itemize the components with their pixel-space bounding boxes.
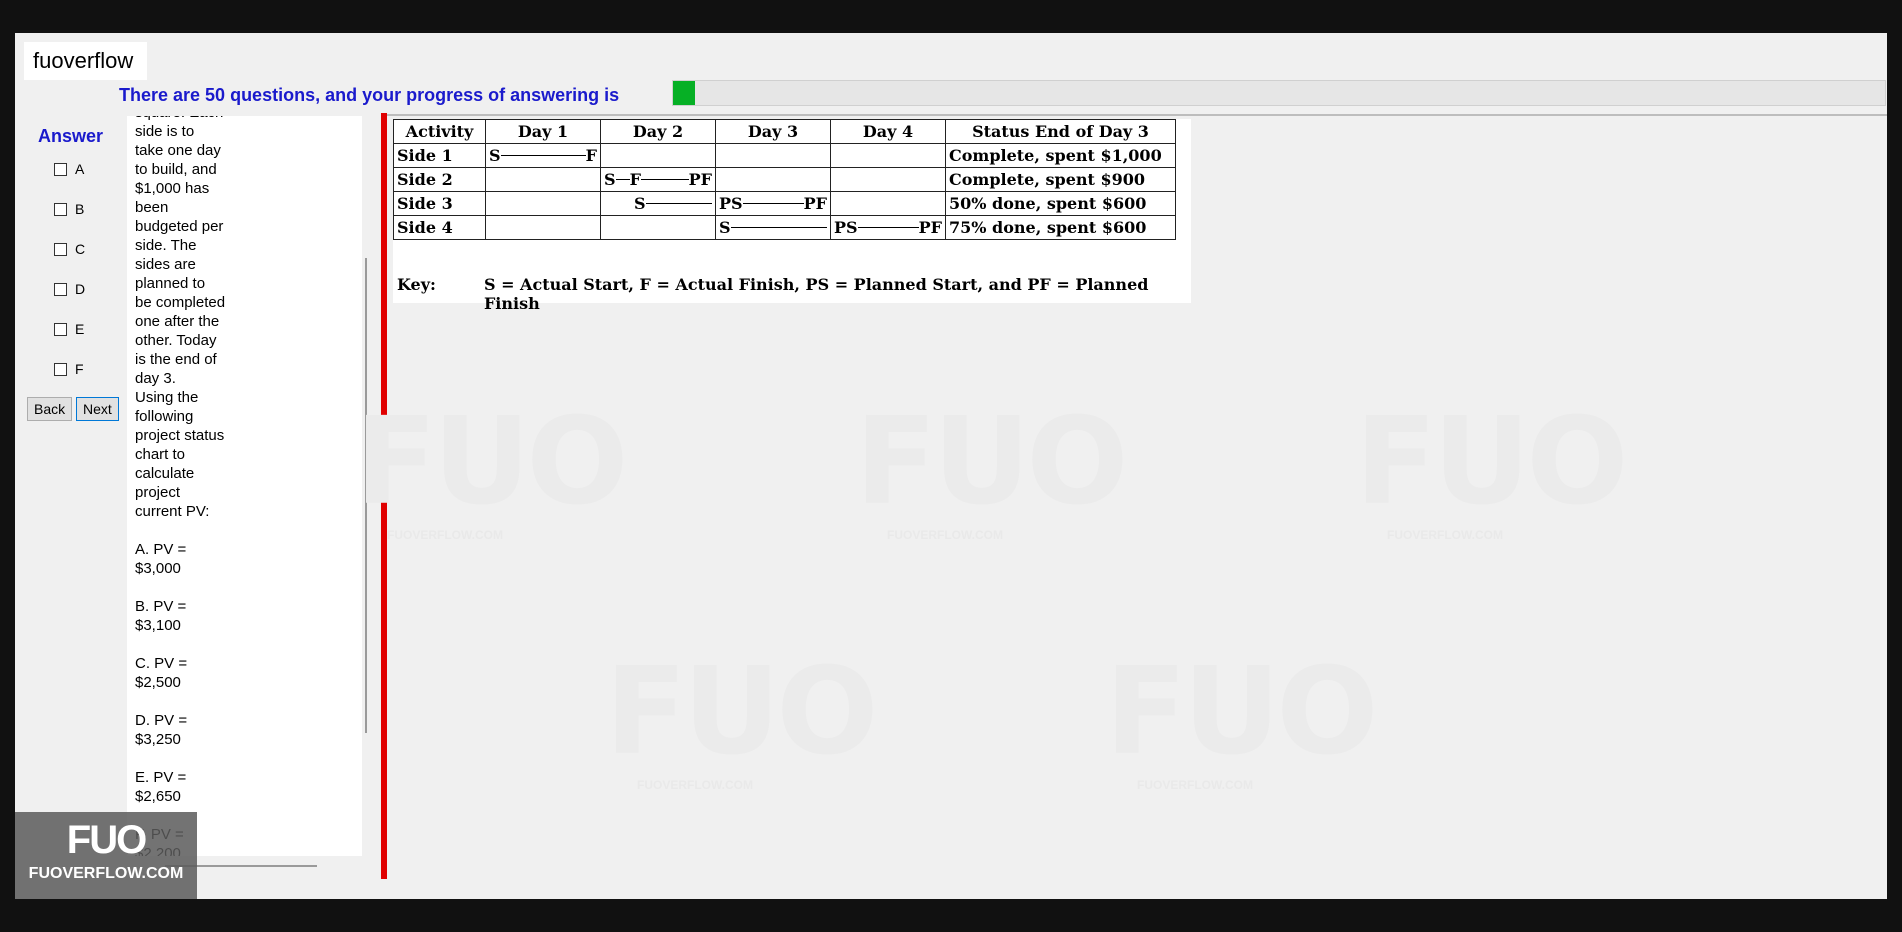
day-cell: S F PF <box>600 167 716 192</box>
planned-start-mark: PS <box>834 218 858 237</box>
planned-finish-mark: PF <box>918 218 942 237</box>
day-cell: SF <box>485 143 601 168</box>
answer-option-c[interactable]: C <box>54 241 85 257</box>
activity-cell: Side 2 <box>393 167 486 192</box>
watermark-site: FUOVERFLOW.COM <box>387 528 503 542</box>
day-cell <box>830 167 946 192</box>
badge-logo: FUO <box>66 818 147 862</box>
day-cell <box>600 215 716 240</box>
checkbox-e[interactable] <box>54 322 67 336</box>
day-cell <box>485 167 601 192</box>
planned-finish-mark: PF <box>803 194 827 213</box>
answer-option-e[interactable]: E <box>54 321 84 337</box>
finish-mark: F <box>629 170 641 189</box>
watermark-site: FUOVERFLOW.COM <box>637 778 753 792</box>
answer-option-f[interactable]: F <box>54 361 84 377</box>
progress-label: There are 50 questions, and your progres… <box>119 85 620 105</box>
table-header: Day 2 <box>600 119 716 144</box>
status-cell: Complete, spent $900 <box>945 167 1176 192</box>
day-cell <box>830 143 946 168</box>
image-pane-border <box>387 114 1887 116</box>
watermark-logo: FUO <box>1355 393 1628 532</box>
watermark-logo: FUO <box>1105 643 1378 782</box>
day-cell <box>485 191 601 216</box>
activity-cell: Side 1 <box>393 143 486 168</box>
day-cell: S <box>600 191 716 216</box>
table-header: Activity <box>393 119 486 144</box>
planned-start-mark: PS <box>719 194 743 213</box>
project-status-chart-image: Activity Day 1 Day 2 Day 3 Day 4 Status … <box>393 119 1191 313</box>
checkbox-c[interactable] <box>54 242 67 256</box>
watermark-logo: FUO <box>355 393 628 532</box>
chart-key: Key: S = Actual Start, F = Actual Finish… <box>397 275 1191 313</box>
table-header: Day 3 <box>715 119 831 144</box>
progress-bar <box>672 80 1886 106</box>
table-header: Day 1 <box>485 119 601 144</box>
site-badge: FUO FUOVERFLOW.COM <box>15 812 197 899</box>
table-row: Side 3 S PS PF 50% done, spent $600 <box>393 191 1176 216</box>
answer-option-a[interactable]: A <box>54 161 84 177</box>
window-title: fuoverflow <box>24 42 148 80</box>
key-label: Key: <box>397 275 436 294</box>
planned-finish-mark: PF <box>688 170 712 189</box>
table-row: Side 4 S PS PF 75% done, spent $600 <box>393 215 1176 240</box>
watermark-site: FUOVERFLOW.COM <box>1137 778 1253 792</box>
status-table-header: Activity Day 1 Day 2 Day 3 Day 4 Status … <box>393 119 1176 144</box>
activity-cell: Side 3 <box>393 191 486 216</box>
table-header: Status End of Day 3 <box>945 119 1176 144</box>
progress-bar-fill <box>673 81 695 105</box>
checkbox-f[interactable] <box>54 362 67 376</box>
app-window: fuoverflow There are 50 questions, and y… <box>15 33 1887 899</box>
watermark-site: FUOVERFLOW.COM <box>1387 528 1503 542</box>
start-mark: S <box>489 146 501 165</box>
table-row: Side 2 S F PF Complete, spent $900 <box>393 167 1176 192</box>
next-button[interactable]: Next <box>76 397 119 421</box>
badge-site: FUOVERFLOW.COM <box>28 865 184 882</box>
finish-mark: F <box>585 146 597 165</box>
answer-heading: Answer <box>38 126 104 146</box>
activity-cell: Side 4 <box>393 215 486 240</box>
question-text: square. Each side is to take one day to … <box>135 116 226 856</box>
watermark-site: FUOVERFLOW.COM <box>887 528 1003 542</box>
watermark-logo: FUO <box>605 643 878 782</box>
key-text: S = Actual Start, F = Actual Finish, PS … <box>483 275 1149 313</box>
day-cell <box>715 167 831 192</box>
day-cell: PS PF <box>830 215 946 240</box>
table-header: Day 4 <box>830 119 946 144</box>
checkbox-a[interactable] <box>54 162 67 176</box>
status-cell: 50% done, spent $600 <box>945 191 1176 216</box>
watermark-logo: FUO <box>855 393 1128 532</box>
status-table: Activity Day 1 Day 2 Day 3 Day 4 Status … <box>393 119 1176 240</box>
table-row: Side 1 SF Complete, spent $1,000 <box>393 143 1176 168</box>
start-mark: S <box>604 170 616 189</box>
answer-option-b[interactable]: B <box>54 201 84 217</box>
back-button[interactable]: Back <box>27 397 73 421</box>
checkbox-d[interactable] <box>54 282 67 296</box>
status-cell: 75% done, spent $600 <box>945 215 1176 240</box>
day-cell <box>715 143 831 168</box>
day-cell <box>830 191 946 216</box>
day-cell <box>485 215 601 240</box>
start-mark: S <box>634 194 646 213</box>
start-mark: S <box>719 218 731 237</box>
day-cell: PS PF <box>715 191 831 216</box>
status-cell: Complete, spent $1,000 <box>945 143 1176 168</box>
answer-option-d[interactable]: D <box>54 281 85 297</box>
day-cell: S <box>715 215 831 240</box>
checkbox-b[interactable] <box>54 202 67 216</box>
day-cell <box>600 143 716 168</box>
question-text-box[interactable]: square. Each side is to take one day to … <box>127 116 362 856</box>
